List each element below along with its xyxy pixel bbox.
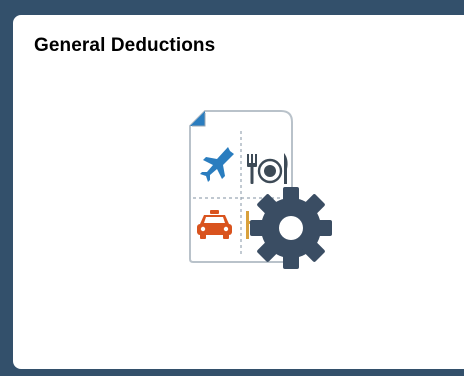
tile-title: General Deductions [34,35,216,56]
tile-frame: General Deductions [0,0,464,376]
gear-icon [250,187,332,269]
expense-report-settings-icon [189,110,332,269]
general-deductions-tile[interactable]: General Deductions [13,15,464,369]
